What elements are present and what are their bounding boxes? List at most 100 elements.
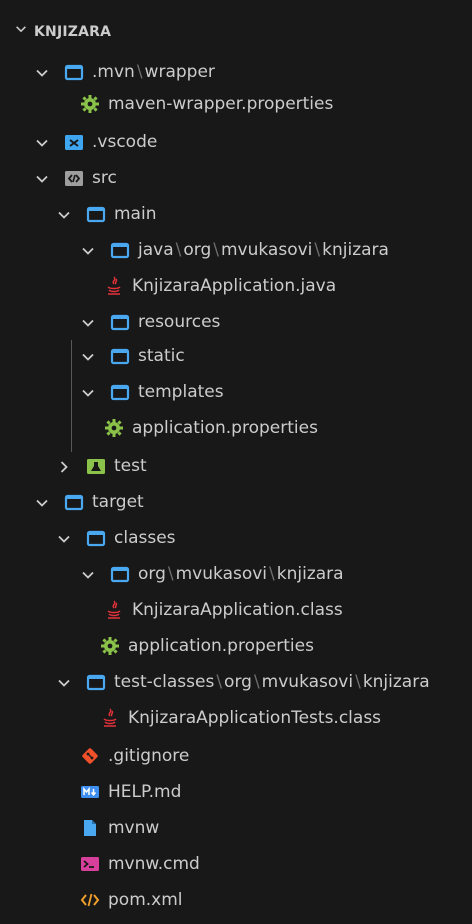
source-folder-icon	[64, 168, 84, 188]
tree-item-label: application.properties	[128, 635, 314, 657]
tree-item-vscode[interactable]: .vscode	[0, 126, 472, 158]
tree-item-static[interactable]: static	[0, 340, 472, 372]
tree-item-main[interactable]: main	[0, 198, 472, 230]
folder-icon	[64, 492, 84, 512]
chevron-down-icon[interactable]	[56, 207, 72, 223]
tree-item-label: .vscode	[92, 131, 157, 153]
tree-item-label: classes	[114, 527, 176, 549]
folder-icon	[64, 62, 84, 82]
gear-icon	[104, 418, 124, 438]
tree-item-help-md[interactable]: HELP.md	[0, 776, 472, 808]
tree-item-mvnw[interactable]: mvnw	[0, 812, 472, 844]
tree-item-src[interactable]: src	[0, 162, 472, 194]
tree-item-label: static	[138, 345, 185, 367]
path-segment: .mvn	[92, 62, 135, 82]
path-segment: KnjizaraApplication.java	[132, 276, 337, 296]
path-segment: pom.xml	[108, 890, 183, 910]
path-segment: application.properties	[128, 636, 314, 656]
xml-icon	[80, 890, 100, 910]
path-segment: test-classes	[114, 672, 215, 692]
chevron-down-icon[interactable]	[34, 65, 50, 81]
chevron-right-icon[interactable]	[56, 459, 72, 475]
path-segment: org	[224, 672, 252, 692]
path-segment: knjizara	[322, 240, 389, 260]
tree-item-knjizara-application-java[interactable]: KnjizaraApplication.java	[0, 270, 472, 302]
tree-item-knjizara-application-tests-class[interactable]: KnjizaraApplicationTests.class	[0, 702, 472, 734]
path-segment: static	[138, 346, 185, 366]
path-segment: mvukasovi	[220, 240, 313, 260]
tree-item-label: .gitignore	[108, 745, 189, 767]
file-explorer: KNJIZARA .mvn \ wrapper maven-wrapper.prope…	[0, 0, 472, 924]
chevron-down-icon[interactable]	[80, 315, 96, 331]
tree-item-gitignore[interactable]: .gitignore	[0, 740, 472, 772]
tree-item-mvnw-cmd[interactable]: mvnw.cmd	[0, 848, 472, 880]
tree-item-label: org \ mvukasovi \ knjizara	[138, 563, 344, 585]
gear-icon	[100, 636, 120, 656]
tree-item-label: maven-wrapper.properties	[108, 93, 333, 115]
markdown-icon	[80, 782, 100, 802]
folder-icon	[110, 240, 130, 260]
tree-item-maven-wrapper-properties[interactable]: maven-wrapper.properties	[0, 88, 472, 120]
explorer-section-title: KNJIZARA	[34, 24, 112, 40]
path-separator: \	[314, 240, 321, 260]
path-segment: mvukasovi	[261, 672, 354, 692]
gear-icon	[80, 94, 100, 114]
chevron-down-icon[interactable]	[56, 531, 72, 547]
path-segment: templates	[138, 382, 224, 402]
chevron-down-icon[interactable]	[80, 243, 96, 259]
path-segment: application.properties	[132, 418, 318, 438]
tree-item-label: HELP.md	[108, 781, 181, 803]
tree-item-classes[interactable]: classes	[0, 522, 472, 554]
tree-item-label: .mvn \ wrapper	[92, 61, 215, 83]
java-icon	[104, 600, 124, 620]
tree-item-knjizara-application-class[interactable]: KnjizaraApplication.class	[0, 594, 472, 626]
folder-icon	[110, 564, 130, 584]
chevron-down-icon[interactable]	[56, 675, 72, 691]
chevron-down-icon[interactable]	[80, 567, 96, 583]
tree-item-label: KnjizaraApplication.java	[132, 275, 336, 297]
tree-item-org-mvukasovi-knjizara[interactable]: org \ mvukasovi \ knjizara	[0, 558, 472, 590]
tree-item-target[interactable]: target	[0, 486, 472, 518]
path-segment: org	[183, 240, 212, 260]
tree-item-templates[interactable]: templates	[0, 376, 472, 408]
folder-icon	[86, 204, 106, 224]
path-segment: knjizara	[362, 672, 430, 692]
path-separator: \	[213, 240, 219, 260]
folder-icon	[110, 312, 130, 332]
chevron-down-icon[interactable]	[80, 385, 96, 401]
tree-item-application-properties-target[interactable]: application.properties	[0, 630, 472, 662]
tree-item-resources[interactable]: resources	[0, 306, 472, 338]
tree-item-test[interactable]: test	[0, 450, 472, 482]
tree-item-label: mvnw	[108, 817, 159, 839]
path-segment: target	[92, 492, 144, 512]
path-segment: java	[138, 240, 174, 260]
tree-item-label: test-classes \ org \ mvukasovi \ knjizara	[114, 671, 430, 693]
path-segment: src	[92, 168, 117, 188]
path-segment: .gitignore	[108, 746, 190, 766]
path-separator: \	[167, 564, 174, 584]
tree-item-java-org-mvukasovi-knjizara[interactable]: java \ org \ mvukasovi \ knjizara	[0, 234, 472, 266]
tree-item-label: application.properties	[132, 417, 318, 439]
chevron-down-icon[interactable]	[34, 495, 50, 511]
tree-item-label: src	[92, 167, 117, 189]
tree-item-mvn-wrapper[interactable]: .mvn \ wrapper	[0, 56, 472, 88]
path-segment: mvnw	[108, 818, 160, 838]
terminal-icon	[80, 854, 100, 874]
path-segment: KnjizaraApplication.class	[132, 600, 343, 620]
git-icon	[80, 746, 100, 766]
tree-item-application-properties-src[interactable]: application.properties	[0, 412, 472, 444]
chevron-down-icon[interactable]	[34, 171, 50, 187]
chevron-down-icon[interactable]	[80, 349, 96, 365]
tree-item-label: pom.xml	[108, 889, 183, 911]
file-icon	[80, 818, 100, 838]
tree-item-label: target	[92, 491, 144, 513]
chevron-down-icon[interactable]	[34, 135, 50, 151]
path-segment: classes	[114, 528, 176, 548]
path-separator: \	[269, 564, 275, 584]
path-segment: KnjizaraApplicationTests.class	[128, 708, 382, 728]
tree-item-pom-xml[interactable]: pom.xml	[0, 884, 472, 916]
tree-item-label: mvnw.cmd	[108, 853, 200, 875]
tree-item-label: java \ org \ mvukasovi \ knjizara	[138, 239, 389, 261]
path-separator: \	[216, 672, 223, 692]
tree-item-test-classes[interactable]: test-classes \ org \ mvukasovi \ knjizara	[0, 666, 472, 698]
